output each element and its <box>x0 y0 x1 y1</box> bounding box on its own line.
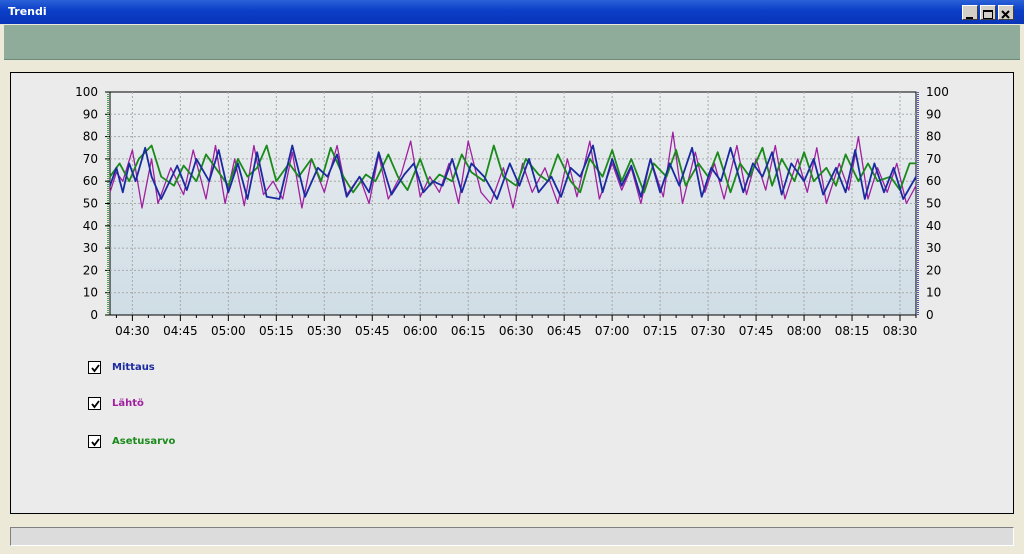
y-tick-label-right: 90 <box>926 107 941 121</box>
x-tick-label: 06:45 <box>547 324 582 338</box>
y-tick-label-right: 50 <box>926 197 941 211</box>
close-button[interactable] <box>998 5 1014 20</box>
y-tick-label-left: 30 <box>83 241 98 255</box>
asetusarvo-checkbox[interactable] <box>88 435 101 448</box>
y-tick-label-left: 90 <box>83 107 98 121</box>
check-icon <box>91 364 100 373</box>
y-tick-label-right: 20 <box>926 263 941 277</box>
x-tick-label: 05:30 <box>307 324 342 338</box>
check-icon <box>91 438 100 447</box>
x-tick-label: 05:45 <box>355 324 390 338</box>
x-tick-label: 08:15 <box>835 324 870 338</box>
y-tick-label-right: 70 <box>926 152 941 166</box>
y-tick-label-left: 0 <box>90 308 98 322</box>
y-tick-label-right: 100 <box>926 85 949 99</box>
check-icon <box>91 400 100 409</box>
x-tick-label: 07:00 <box>595 324 630 338</box>
x-tick-label: 08:30 <box>883 324 918 338</box>
x-tick-label: 05:15 <box>259 324 294 338</box>
y-tick-label-right: 40 <box>926 219 941 233</box>
x-tick-label: 07:15 <box>643 324 678 338</box>
close-icon <box>1001 10 1010 19</box>
toolbar <box>4 25 1020 60</box>
x-tick-label: 04:45 <box>163 324 198 338</box>
y-tick-label-left: 60 <box>83 174 98 188</box>
y-tick-label-left: 50 <box>83 197 98 211</box>
y-tick-label-left: 70 <box>83 152 98 166</box>
x-tick-label: 07:30 <box>691 324 726 338</box>
x-tick-label: 06:00 <box>403 324 438 338</box>
x-tick-label: 06:15 <box>451 324 486 338</box>
x-tick-label: 06:30 <box>499 324 534 338</box>
y-tick-label-left: 80 <box>83 130 98 144</box>
y-tick-label-left: 20 <box>83 263 98 277</box>
minimize-button[interactable] <box>962 5 978 20</box>
y-tick-label-right: 10 <box>926 286 941 300</box>
y-tick-label-right: 0 <box>926 308 934 322</box>
x-tick-label: 05:00 <box>211 324 246 338</box>
y-tick-label-left: 10 <box>83 286 98 300</box>
x-tick-label: 07:45 <box>739 324 774 338</box>
x-tick-label: 04:30 <box>115 324 150 338</box>
legend-label-asetusarvo: Asetusarvo <box>112 436 176 447</box>
y-tick-label-right: 80 <box>926 130 941 144</box>
x-tick-label: 08:00 <box>787 324 822 338</box>
title-bar: Trendi <box>0 0 1024 24</box>
y-tick-label-right: 60 <box>926 174 941 188</box>
maximize-button[interactable] <box>980 5 996 20</box>
lahto-checkbox[interactable] <box>88 397 101 410</box>
trend-chart: 0 0 10 10 20 20 30 30 40 40 50 50 60 60 70 70 80 80 90 90 10… <box>75 85 949 338</box>
maximize-icon <box>983 10 993 19</box>
mittaus-checkbox[interactable] <box>88 361 101 374</box>
window-title: Trendi <box>8 5 47 18</box>
legend-label-mittaus: Mittaus <box>112 362 155 373</box>
minimize-icon <box>966 17 973 19</box>
y-tick-label-left: 40 <box>83 219 98 233</box>
y-tick-label-right: 30 <box>926 241 941 255</box>
status-bar <box>10 527 1014 546</box>
legend-label-lahto: Lähtö <box>112 398 144 409</box>
y-tick-label-left: 100 <box>75 85 98 99</box>
